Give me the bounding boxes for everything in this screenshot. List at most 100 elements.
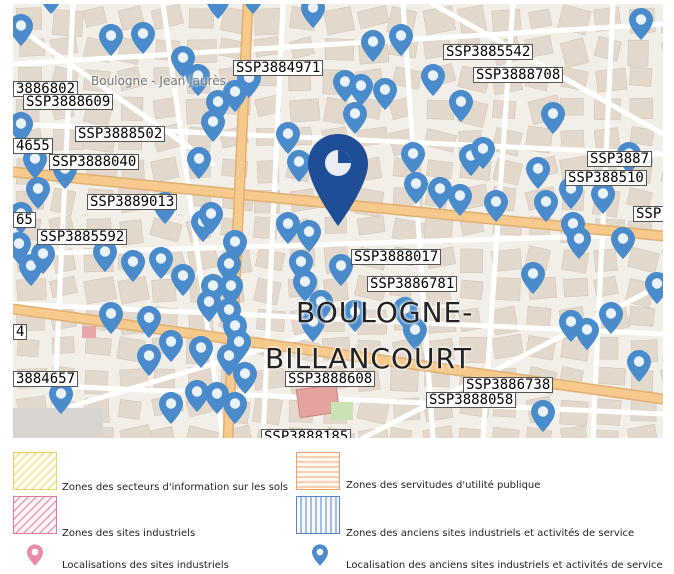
site-id-label: SSP388510 <box>565 170 647 186</box>
building-block <box>528 8 553 30</box>
building-block <box>629 66 653 87</box>
site-id-label: SSP3889013 <box>87 194 178 210</box>
site-id-label: SSP3885542 <box>443 44 534 60</box>
site-id-label: SSP3884971 <box>233 60 324 76</box>
site-id-label: SSP3885592 <box>37 229 128 245</box>
building-block <box>492 157 523 186</box>
building-block <box>659 364 663 392</box>
green-area <box>331 402 353 420</box>
site-id-label: SSP3887 <box>587 151 653 167</box>
building-block <box>560 425 588 438</box>
building-block <box>82 5 108 28</box>
site-id-label: 4655 <box>13 138 53 154</box>
building-block <box>595 429 619 438</box>
site-id-label: SSP3888017 <box>351 249 442 265</box>
building-block <box>251 395 283 426</box>
site-id-label: SSP3888708 <box>473 67 564 83</box>
blue-pin-icon <box>312 544 328 566</box>
place-name-boulogne-line1: BOULOGNE- <box>296 296 474 329</box>
building-block <box>253 8 284 36</box>
building-block <box>627 246 660 274</box>
site-marker[interactable] <box>159 330 183 362</box>
building-block <box>560 129 585 151</box>
building-block <box>188 8 214 29</box>
site-id-label: 4 <box>13 324 28 340</box>
place-name-jean-jaures: Boulogne - Jean Jaurès <box>91 74 226 88</box>
site-marker[interactable] <box>149 247 173 279</box>
legend-label-loc-asi: Localisation des anciens sites industrie… <box>346 560 663 571</box>
building-block <box>661 244 663 269</box>
site-marker[interactable] <box>343 102 367 134</box>
building-block <box>596 366 627 386</box>
pink-building-area <box>82 326 96 338</box>
building-block <box>184 425 219 438</box>
building-block <box>626 423 660 438</box>
building-block <box>289 98 321 123</box>
building-block <box>119 424 153 438</box>
building-block <box>460 248 484 274</box>
building-block <box>490 426 520 438</box>
site-marker[interactable] <box>526 157 550 189</box>
building-block <box>559 399 589 427</box>
building-block <box>150 156 180 183</box>
building-block <box>491 127 523 157</box>
building-block <box>491 333 524 360</box>
legend-label-sis: Zones des secteurs d'information sur les… <box>62 482 288 493</box>
site-id-label: SSP3888608 <box>285 371 376 387</box>
building-block <box>628 305 655 327</box>
building-block <box>422 425 455 438</box>
site-marker[interactable] <box>276 122 300 154</box>
legend-label-si: Zones des sites industriels <box>62 528 196 539</box>
hatch-vertical-blue-icon <box>296 496 340 534</box>
site-id-label: SSP3888058 <box>426 392 517 408</box>
building-block <box>48 275 78 299</box>
hatch-diagonal-pink-icon <box>13 496 57 534</box>
site-id-label: SSP3888185 <box>261 429 352 438</box>
building-block <box>660 155 663 187</box>
site-id-label: SSP <box>633 206 663 222</box>
site-marker[interactable] <box>159 392 183 424</box>
site-marker[interactable] <box>531 400 555 432</box>
site-id-label: SSP3888040 <box>49 154 140 170</box>
building-block <box>151 278 177 303</box>
building-block <box>593 248 618 273</box>
building-block <box>662 337 663 366</box>
building-block <box>323 6 356 36</box>
pink-pin-icon <box>27 544 43 566</box>
building-block <box>84 336 112 356</box>
building-block <box>593 35 623 62</box>
legend-label-sup: Zones des servitudes d'utilité publique <box>346 480 541 491</box>
building-block <box>423 127 458 153</box>
building-block <box>117 399 142 420</box>
legend-label-asi: Zones des anciens sites industriels et a… <box>346 528 635 539</box>
building-block <box>16 338 40 358</box>
site-id-label: SSP3886738 <box>463 377 554 393</box>
site-id-label: 65 <box>13 212 36 228</box>
hatch-horizontal-orange-icon <box>296 452 340 490</box>
site-marker[interactable] <box>629 8 653 40</box>
map-view[interactable]: BOULOGNE- BILLANCOURT Boulogne - Jean Ja… <box>13 4 663 438</box>
site-marker[interactable] <box>421 64 445 96</box>
legend-label-loc-si: Localisations des sites industriels <box>62 560 229 571</box>
building-block <box>51 9 84 38</box>
grey-area <box>13 408 103 438</box>
building-block <box>150 426 177 438</box>
site-marker[interactable] <box>233 362 257 394</box>
building-block <box>660 36 663 61</box>
building-block <box>387 427 413 438</box>
building-block <box>83 276 118 305</box>
building-block <box>356 4 390 30</box>
building-block <box>559 37 590 69</box>
building-block <box>563 277 589 298</box>
site-id-label: SSP3886781 <box>367 276 458 292</box>
map-legend: Zones des secteurs d'information sur les… <box>0 440 674 574</box>
building-block <box>490 305 519 336</box>
building-block <box>524 426 553 438</box>
building-block <box>84 369 109 395</box>
building-block <box>627 39 649 67</box>
building-block <box>425 159 454 180</box>
site-id-label: SSP3888609 <box>23 94 114 110</box>
building-block <box>356 215 386 236</box>
site-id-label: SSP3888502 <box>75 126 166 142</box>
site-id-label: 3884657 <box>13 371 79 387</box>
